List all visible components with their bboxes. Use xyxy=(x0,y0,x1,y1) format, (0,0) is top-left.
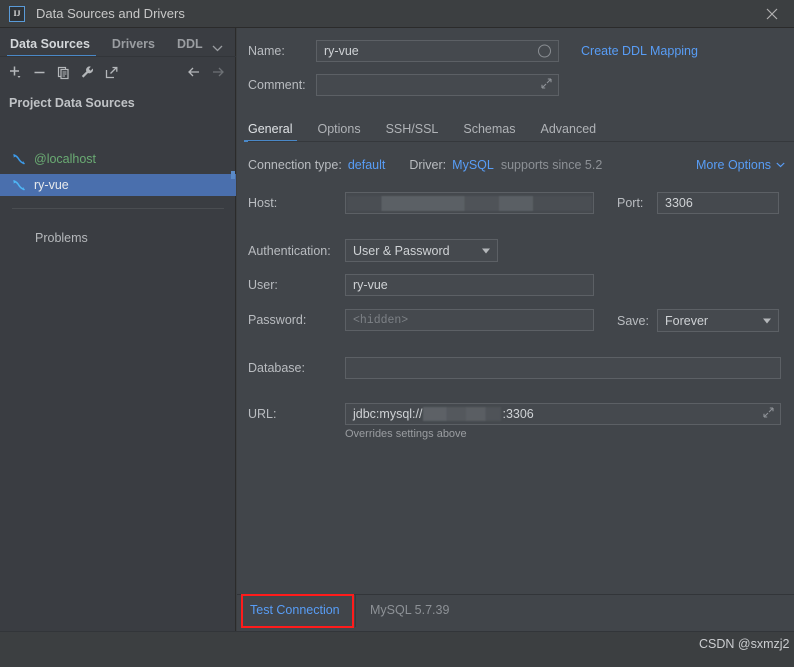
dropdown-arrow-icon xyxy=(482,248,490,253)
host-label: Host: xyxy=(248,196,278,210)
host-row: Host: xyxy=(248,192,594,214)
sidebar-tab-underline xyxy=(0,56,236,57)
sidebar-tab-bar: Data Sources Drivers DDL xyxy=(0,28,236,57)
database-row: Database: xyxy=(248,357,781,379)
forward-arrow-icon[interactable] xyxy=(206,60,230,84)
test-connection-highlight-box xyxy=(241,594,354,628)
url-input[interactable]: jdbc:mysql:// :3306 xyxy=(345,403,781,425)
user-input-value: ry-vue xyxy=(353,278,388,292)
save-label: Save: xyxy=(617,313,649,328)
password-label: Password: xyxy=(248,313,307,327)
back-arrow-icon[interactable] xyxy=(182,60,206,84)
tab-advanced[interactable]: Advanced xyxy=(541,122,597,142)
user-input[interactable]: ry-vue xyxy=(345,274,594,296)
add-icon[interactable] xyxy=(3,60,27,84)
host-input[interactable] xyxy=(345,192,594,214)
url-redacted-host xyxy=(423,407,502,421)
create-ddl-mapping-link[interactable]: Create DDL Mapping xyxy=(581,44,698,58)
comment-row: Comment: xyxy=(248,74,559,96)
password-placeholder: <hidden> xyxy=(353,313,409,327)
dropdown-arrow-icon xyxy=(763,318,771,323)
wrench-icon[interactable] xyxy=(75,60,99,84)
url-suffix: :3306 xyxy=(502,407,534,421)
database-input[interactable] xyxy=(345,357,781,379)
chevron-down-icon[interactable] xyxy=(212,45,223,52)
bottom-strip-vertical-divider xyxy=(355,595,356,627)
mysql-dolphin-icon xyxy=(8,178,30,192)
mysql-dolphin-icon xyxy=(8,152,30,166)
url-label: URL: xyxy=(248,407,277,421)
color-indicator-icon[interactable] xyxy=(538,44,551,58)
name-input-value: ry-vue xyxy=(324,44,359,58)
connection-type-value[interactable]: default xyxy=(348,158,386,172)
tab-options[interactable]: Options xyxy=(317,122,360,142)
sidebar-toolbar xyxy=(0,58,236,86)
dialog-data-sources-and-drivers: IJ Data Sources and Drivers Data Sources… xyxy=(0,0,794,667)
authentication-select[interactable]: User & Password xyxy=(345,239,498,262)
sidebar-scrollbar-thumb[interactable] xyxy=(231,171,235,179)
sidebar-item-label: @localhost xyxy=(34,152,97,166)
more-options-link[interactable]: More Options xyxy=(696,158,771,172)
window-title: Data Sources and Drivers xyxy=(36,6,185,21)
tree-separator xyxy=(12,208,224,209)
sidebar: Data Sources Drivers DDL Project Data So… xyxy=(0,28,236,631)
close-icon[interactable] xyxy=(749,0,794,27)
user-row: User: ry-vue xyxy=(248,274,594,296)
connection-type-row: Connection type: default Driver: MySQL s… xyxy=(248,158,602,172)
connection-type-label: Connection type: xyxy=(248,158,342,172)
port-row: Port: 3306 xyxy=(617,192,779,214)
tab-drivers[interactable]: Drivers xyxy=(112,37,155,57)
expand-icon[interactable] xyxy=(763,407,774,421)
authentication-value: User & Password xyxy=(353,243,450,258)
tree-header-project-data-sources: Project Data Sources xyxy=(9,96,135,110)
password-input[interactable]: <hidden> xyxy=(345,309,594,331)
user-label: User: xyxy=(248,278,278,292)
driver-label: Driver: xyxy=(409,158,447,172)
database-label: Database: xyxy=(248,361,305,375)
comment-label: Comment: xyxy=(248,78,306,92)
remove-icon[interactable] xyxy=(27,60,51,84)
driver-note: supports since 5.2 xyxy=(500,158,603,172)
expand-icon[interactable] xyxy=(541,78,552,92)
name-label: Name: xyxy=(248,44,285,58)
main-panel: Name: ry-vue Create DDL Mapping Comment: xyxy=(237,28,794,631)
name-row: Name: ry-vue Create DDL Mapping xyxy=(248,40,698,62)
save-row: Save: Forever xyxy=(617,309,779,332)
sidebar-item-ry-vue[interactable]: ry-vue xyxy=(0,174,236,196)
port-input-value: 3306 xyxy=(665,196,693,210)
save-value: Forever xyxy=(665,313,709,328)
form-tab-bar: General Options SSH/SSL Schemas Advanced xyxy=(243,116,794,142)
url-prefix: jdbc:mysql:// xyxy=(353,407,423,421)
server-version-label: MySQL 5.7.39 xyxy=(370,603,450,617)
sidebar-item-label: ry-vue xyxy=(34,178,69,192)
sidebar-item-localhost[interactable]: @localhost xyxy=(0,148,236,170)
external-link-icon[interactable] xyxy=(99,60,123,84)
url-row: URL: jdbc:mysql:// :3306 xyxy=(248,403,781,425)
sidebar-item-problems[interactable]: Problems xyxy=(35,231,88,245)
copy-icon[interactable] xyxy=(51,60,75,84)
tab-general[interactable]: General xyxy=(243,122,299,142)
intellij-logo-icon: IJ xyxy=(9,5,25,22)
name-input[interactable]: ry-vue xyxy=(316,40,559,62)
tab-data-sources[interactable]: Data Sources xyxy=(7,37,96,57)
url-hint: Overrides settings above xyxy=(345,428,467,440)
port-label: Port: xyxy=(617,196,644,210)
comment-input[interactable] xyxy=(316,74,559,96)
more-options-row[interactable]: More Options xyxy=(696,158,785,172)
authentication-row: Authentication: User & Password xyxy=(248,239,498,262)
footer: ? OK Cancel Apply xyxy=(0,632,794,667)
tab-ssh-ssl[interactable]: SSH/SSL xyxy=(386,122,439,142)
form-tab-underline xyxy=(248,141,794,142)
driver-value[interactable]: MySQL xyxy=(452,158,494,172)
port-input[interactable]: 3306 xyxy=(657,192,779,214)
authentication-label: Authentication: xyxy=(248,243,331,258)
host-redacted-value xyxy=(347,195,592,211)
title-bar: IJ Data Sources and Drivers xyxy=(0,0,794,28)
chevron-down-icon[interactable] xyxy=(776,162,785,168)
tab-schemas[interactable]: Schemas xyxy=(463,122,515,142)
password-row: Password: <hidden> xyxy=(248,309,594,331)
tab-ddl[interactable]: DDL xyxy=(177,37,204,57)
save-select[interactable]: Forever xyxy=(657,309,779,332)
